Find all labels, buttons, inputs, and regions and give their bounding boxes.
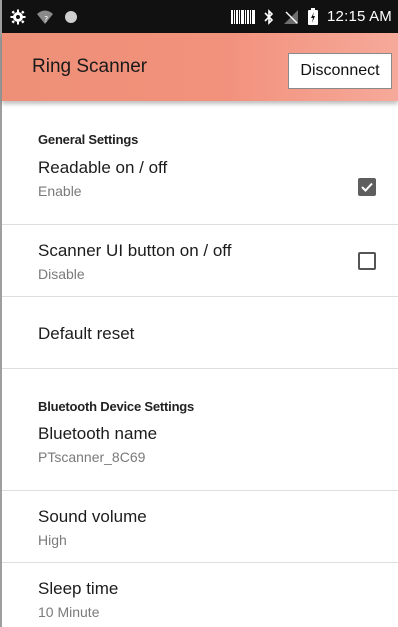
list-item-sound-volume[interactable]: Sound volume High — [2, 491, 398, 563]
wifi-question-icon: ? — [36, 9, 54, 25]
status-right-icons: 12:15 AM — [231, 8, 392, 25]
list-item-default-reset[interactable]: Default reset — [2, 297, 398, 369]
app-title: Ring Scanner — [32, 56, 148, 77]
item-title: Default reset — [38, 324, 135, 343]
list-item-scanner-ui-button[interactable]: Scanner UI button on / off Disable — [2, 225, 398, 297]
list-item-sleep-time[interactable]: Sleep time 10 Minute — [2, 563, 398, 627]
item-subtitle: PTscanner_8C69 — [38, 449, 146, 465]
list-item-readable[interactable]: Readable on / off Enable — [2, 158, 398, 225]
barcode-icon — [231, 9, 256, 24]
svg-text:?: ? — [44, 15, 48, 24]
list-item-bluetooth-name[interactable]: Bluetooth name PTscanner_8C69 — [2, 424, 398, 491]
status-left-icons: ? — [10, 9, 78, 25]
item-subtitle: High — [38, 532, 67, 548]
item-title: Scanner UI button on / off — [38, 241, 232, 260]
item-title: Bluetooth name — [38, 424, 158, 443]
readable-checkbox[interactable] — [358, 178, 376, 196]
gear-icon — [10, 9, 26, 25]
item-title: Sound volume — [38, 507, 147, 526]
item-title: Readable on / off — [38, 158, 168, 177]
scanner-ui-checkbox[interactable] — [358, 252, 376, 270]
record-icon — [64, 10, 78, 24]
check-icon — [361, 182, 373, 192]
status-bar: ? 12:15 AM — [2, 0, 398, 33]
settings-list: General Settings Readable on / off Enabl… — [2, 101, 398, 627]
status-time: 12:15 AM — [327, 8, 392, 25]
item-subtitle: Enable — [38, 183, 82, 199]
app-bar: Ring Scanner Disconnect — [2, 33, 398, 101]
bluetooth-icon — [264, 8, 274, 25]
item-title: Sleep time — [38, 579, 119, 598]
disconnect-button[interactable]: Disconnect — [288, 53, 392, 89]
section-header-bluetooth: Bluetooth Device Settings — [38, 399, 195, 414]
battery-charging-icon — [308, 8, 319, 25]
item-subtitle: Disable — [38, 266, 85, 282]
section-header-general: General Settings — [38, 132, 139, 147]
screen: ? 12:15 AM Ring Scanner Disconnect Gener… — [0, 0, 398, 627]
item-subtitle: 10 Minute — [38, 604, 100, 620]
no-signal-icon — [283, 9, 299, 25]
